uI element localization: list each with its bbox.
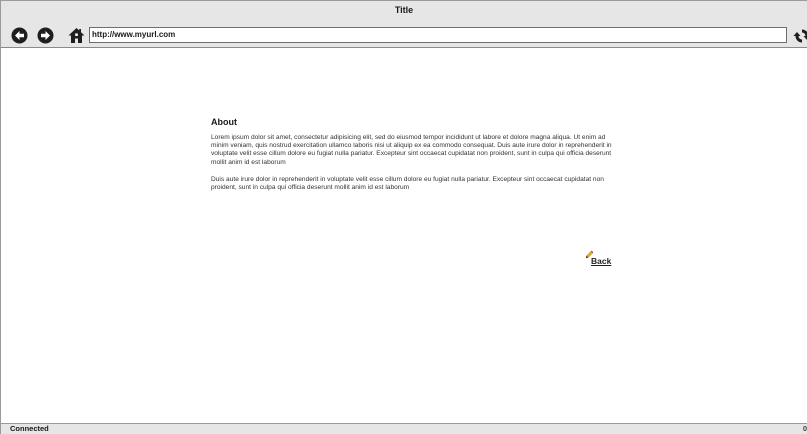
status-indicator: 0 xyxy=(802,424,807,433)
browser-window: Title http://www.myurl.com About Lorem i… xyxy=(0,0,807,434)
back-link-label: Back xyxy=(591,256,612,266)
body-paragraph: Lorem ipsum dolor sit amet, consectetur … xyxy=(211,134,612,166)
arrow-right-circle-icon xyxy=(37,27,54,44)
window-title: Title xyxy=(394,5,414,15)
address-bar[interactable]: http://www.myurl.com xyxy=(89,27,787,43)
home-button[interactable] xyxy=(67,26,86,45)
home-icon xyxy=(68,28,85,43)
status-bar: Connected 0 xyxy=(1,423,807,434)
browser-toolbar: http://www.myurl.com xyxy=(1,24,807,48)
refresh-button[interactable] xyxy=(793,27,807,45)
arrow-left-circle-icon xyxy=(11,27,28,44)
title-bar: Title xyxy=(1,0,807,24)
page-content: About Lorem ipsum dolor sit amet, consec… xyxy=(1,48,807,423)
refresh-icon xyxy=(793,29,807,43)
back-button[interactable] xyxy=(10,26,29,45)
page-title: About xyxy=(211,117,237,127)
address-text: http://www.myurl.com xyxy=(92,30,176,39)
body-paragraph: Duis aute irure dolor in reprehenderit i… xyxy=(211,175,604,192)
about-section: About Lorem ipsum dolor sit amet, consec… xyxy=(211,117,619,192)
status-text: Connected xyxy=(10,424,49,433)
forward-button[interactable] xyxy=(36,26,55,45)
